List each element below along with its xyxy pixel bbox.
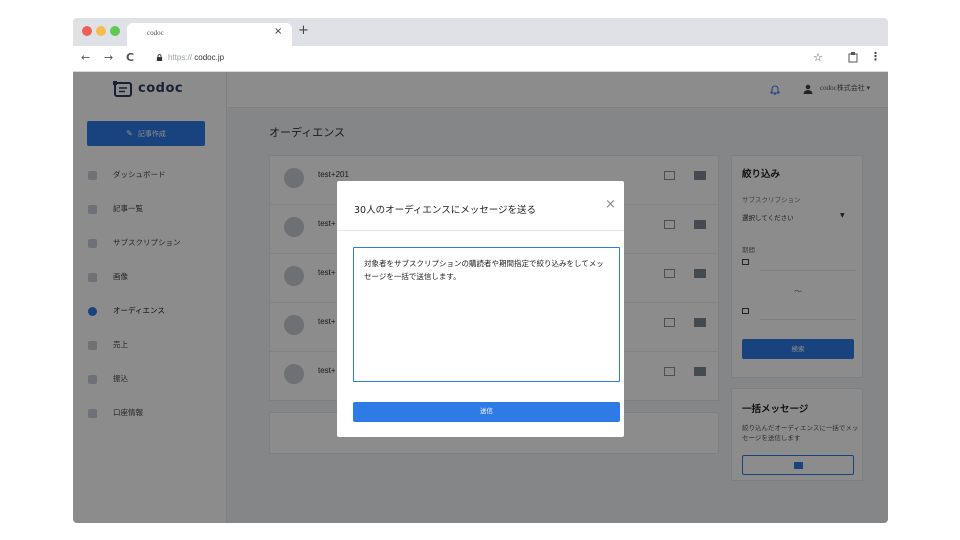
url-field[interactable]: https:// codoc.jp bbox=[168, 53, 224, 62]
reload-icon[interactable]: C bbox=[126, 51, 134, 65]
forward-icon[interactable]: → bbox=[104, 51, 113, 65]
tab-title: codoc bbox=[147, 29, 164, 37]
url-scheme: https:// bbox=[168, 53, 193, 62]
browser-window: codoc × + ← → C https:// codoc.jp ☆ ⋮ co… bbox=[73, 18, 888, 523]
close-icon[interactable]: × bbox=[605, 198, 616, 211]
screenshot-stage: codoc × + ← → C https:// codoc.jp ☆ ⋮ co… bbox=[0, 0, 960, 540]
address-bar: ← → C https:// codoc.jp ☆ ⋮ bbox=[73, 46, 888, 72]
new-tab-icon[interactable]: + bbox=[298, 24, 309, 38]
bookmark-star-icon[interactable]: ☆ bbox=[813, 51, 823, 64]
tab-bar: codoc × + bbox=[73, 18, 888, 46]
message-textarea[interactable]: 対象者をサブスクリプションの購読者や期間指定で絞り込みをしてメッセージを一括で送… bbox=[353, 247, 620, 382]
modal-divider bbox=[337, 230, 624, 231]
lock-icon bbox=[156, 54, 163, 61]
minimize-window-dot[interactable] bbox=[96, 26, 106, 36]
close-window-dot[interactable] bbox=[82, 26, 92, 36]
extension-icon[interactable] bbox=[848, 52, 858, 63]
maximize-window-dot[interactable] bbox=[110, 26, 120, 36]
browser-tab[interactable]: codoc × bbox=[127, 23, 292, 46]
url-host: codoc.jp bbox=[194, 53, 225, 62]
back-icon[interactable]: ← bbox=[81, 51, 90, 65]
browser-menu-icon[interactable]: ⋮ bbox=[870, 50, 881, 63]
tab-close-icon[interactable]: × bbox=[274, 26, 282, 37]
send-button[interactable]: 送信 bbox=[353, 402, 620, 422]
message-modal: 30人のオーディエンスにメッセージを送る × 対象者をサブスクリプションの購読者… bbox=[337, 181, 624, 437]
modal-title: 30人のオーディエンスにメッセージを送る bbox=[354, 205, 537, 216]
